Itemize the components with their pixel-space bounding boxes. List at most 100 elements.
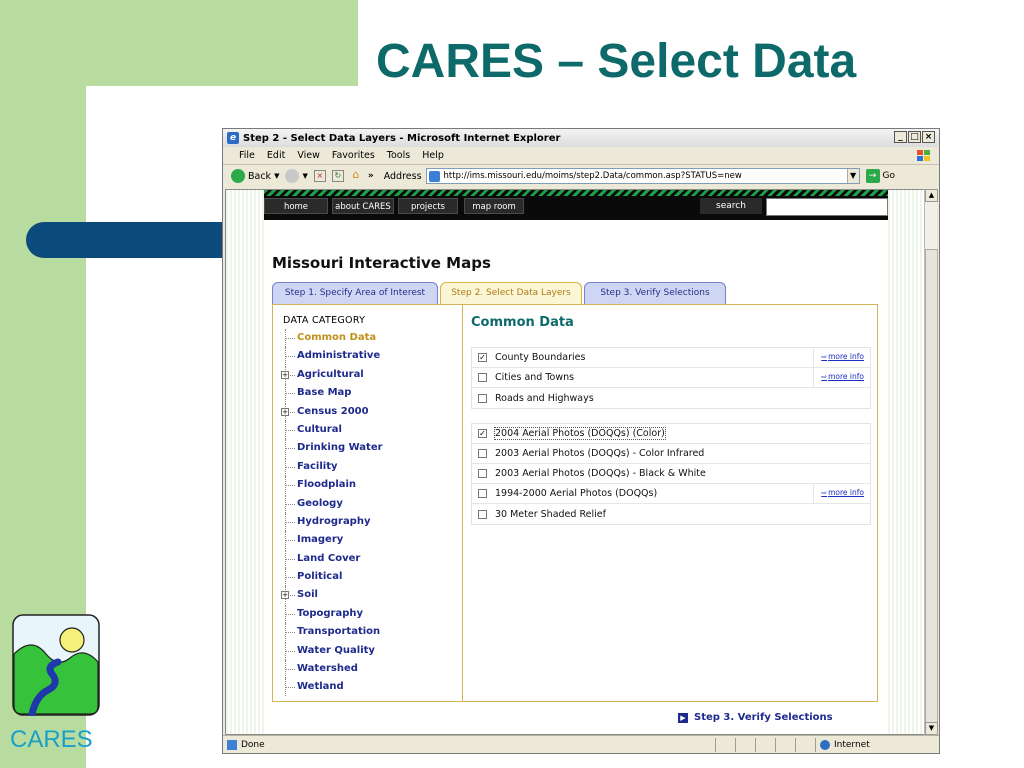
expand-icon[interactable]: + <box>281 591 289 600</box>
back-dropdown-icon: ▼ <box>274 172 280 180</box>
category-item[interactable]: Facility <box>285 457 383 476</box>
category-item[interactable]: Cultural <box>285 420 383 439</box>
tab-step-2[interactable]: Step 2. Select Data Layers <box>440 282 582 306</box>
menu-view[interactable]: View <box>297 150 320 161</box>
next-step-link[interactable]: ▶ Step 3. Verify Selections <box>678 712 833 723</box>
toolbar-overflow-button[interactable]: » <box>368 171 374 181</box>
tree-connector <box>285 623 295 642</box>
layer-checkbox[interactable] <box>478 469 487 478</box>
search-button[interactable]: search <box>700 198 762 214</box>
layer-checkbox[interactable] <box>478 393 487 403</box>
scroll-up-icon[interactable]: ▲ <box>925 189 938 202</box>
scroll-down-icon[interactable]: ▼ <box>925 722 938 735</box>
scroll-thumb[interactable] <box>925 249 938 723</box>
category-item[interactable]: Watershed <box>285 660 383 679</box>
layer-label[interactable]: Cities and Towns <box>495 372 574 383</box>
close-button[interactable]: × <box>922 131 935 143</box>
layer-checkbox[interactable]: ✓ <box>478 353 487 362</box>
layer-label[interactable]: 2003 Aerial Photos (DOQQs) - Color Infra… <box>495 448 704 459</box>
menu-edit[interactable]: Edit <box>267 150 285 161</box>
category-item[interactable]: Base Map <box>285 384 383 403</box>
search-input[interactable] <box>766 198 888 216</box>
nav-projects[interactable]: projects <box>398 198 458 214</box>
category-label: Administrative <box>297 350 381 362</box>
address-dropdown-icon[interactable]: ▼ <box>846 169 859 183</box>
category-label: Common Data <box>297 332 377 343</box>
status-cell <box>715 737 735 752</box>
minimize-button[interactable]: _ <box>894 131 907 143</box>
category-item[interactable]: Transportation <box>285 623 383 642</box>
layer-row: 1994-2000 Aerial Photos (DOQQs) ⇨ more inf… <box>472 484 870 504</box>
back-button[interactable]: Back ▼ <box>231 169 279 183</box>
category-item[interactable]: Common Data <box>285 329 383 347</box>
category-item[interactable]: Hydrography <box>285 512 383 531</box>
category-item[interactable]: Administrative <box>285 347 383 366</box>
category-item[interactable]: Wetland <box>285 678 383 697</box>
layer-row: 2003 Aerial Photos (DOQQs) - Black & Whi… <box>472 464 870 484</box>
category-item[interactable]: Land Cover <box>285 549 383 568</box>
menu-favorites[interactable]: Favorites <box>332 150 375 161</box>
layer-row: Roads and Highways <box>472 388 870 408</box>
expand-icon[interactable]: + <box>281 370 289 379</box>
layer-label[interactable]: 2003 Aerial Photos (DOQQs) - Black & Whi… <box>495 468 706 479</box>
more-info-link[interactable]: ⇨ more info <box>821 372 864 381</box>
status-bar: Done Internet <box>223 735 939 753</box>
category-item[interactable]: Floodplain <box>285 476 383 495</box>
tab-step-3[interactable]: Step 3. Verify Selections <box>584 282 726 304</box>
globe-icon <box>820 739 830 750</box>
category-item[interactable]: Water Quality <box>285 641 383 660</box>
category-item[interactable]: Geology <box>285 494 383 513</box>
expand-icon[interactable]: + <box>281 407 289 416</box>
data-title: Common Data <box>471 315 574 330</box>
layer-checkbox[interactable] <box>478 509 487 519</box>
more-info-link[interactable]: ⇨ more info <box>821 352 864 361</box>
stop-button[interactable]: × <box>313 170 326 182</box>
menu-help[interactable]: Help <box>422 150 444 161</box>
nav-about[interactable]: about CARES <box>332 198 394 214</box>
category-item[interactable]: + Census 2000 <box>281 402 383 421</box>
category-label: Political <box>297 571 343 583</box>
vertical-scrollbar[interactable]: ▲ ▼ <box>924 189 938 735</box>
more-info-link[interactable]: ⇨ more info <box>821 488 864 497</box>
row-divider <box>813 368 814 388</box>
forward-button[interactable]: ▼ <box>285 169 308 183</box>
refresh-button[interactable]: ↻ <box>331 170 344 182</box>
layer-label[interactable]: County Boundaries <box>495 352 585 363</box>
address-input[interactable]: http://ims.missouri.edu/moims/step2.Data… <box>425 168 860 184</box>
green-band-top <box>0 0 358 86</box>
menu-file[interactable]: File <box>239 150 255 161</box>
layer-label[interactable]: 1994-2000 Aerial Photos (DOQQs) <box>495 488 657 499</box>
tree-connector <box>285 494 295 513</box>
home-button[interactable]: ⌂ <box>350 169 362 182</box>
category-label: Watershed <box>297 663 358 675</box>
nav-home[interactable]: home <box>264 198 328 214</box>
category-item[interactable]: + Agricultural <box>281 365 383 384</box>
layer-checkbox[interactable] <box>478 449 487 458</box>
status-cell <box>795 737 815 752</box>
layer-label[interactable]: 2004 Aerial Photos (DOQQs) (Color) <box>494 427 666 440</box>
tab-step-1[interactable]: Step 1. Specify Area of Interest <box>272 282 438 304</box>
go-button[interactable]: → Go <box>865 169 895 183</box>
layer-checkbox[interactable] <box>478 373 487 382</box>
browser-title-bar: e Step 2 - Select Data Layers - Microsof… <box>223 129 939 147</box>
category-item[interactable]: Imagery <box>285 531 383 550</box>
layer-label[interactable]: 30 Meter Shaded Relief <box>495 509 606 520</box>
maximize-button[interactable]: □ <box>908 131 921 143</box>
browser-window: e Step 2 - Select Data Layers - Microsof… <box>222 128 940 754</box>
layer-checkbox[interactable] <box>478 489 487 498</box>
security-zone: Internet <box>815 737 925 752</box>
layer-checkbox[interactable]: ✓ <box>478 429 487 438</box>
category-item[interactable]: Topography <box>285 604 383 623</box>
category-heading: DATA CATEGORY <box>283 315 366 326</box>
blue-accent-bar <box>26 222 226 258</box>
status-cell <box>775 737 795 752</box>
layer-row: Cities and Towns ⇨ more info <box>472 368 870 388</box>
category-list: Common Data Administrative + Agricultural Ba… <box>281 329 383 697</box>
menu-tools[interactable]: Tools <box>387 150 410 161</box>
nav-map-room[interactable]: map room <box>464 198 524 214</box>
category-item[interactable]: Drinking Water <box>285 439 383 458</box>
category-label: Cultural <box>297 423 342 435</box>
layer-label[interactable]: Roads and Highways <box>495 393 594 404</box>
category-item[interactable]: Political <box>285 568 383 587</box>
category-item[interactable]: + Soil <box>281 586 383 605</box>
